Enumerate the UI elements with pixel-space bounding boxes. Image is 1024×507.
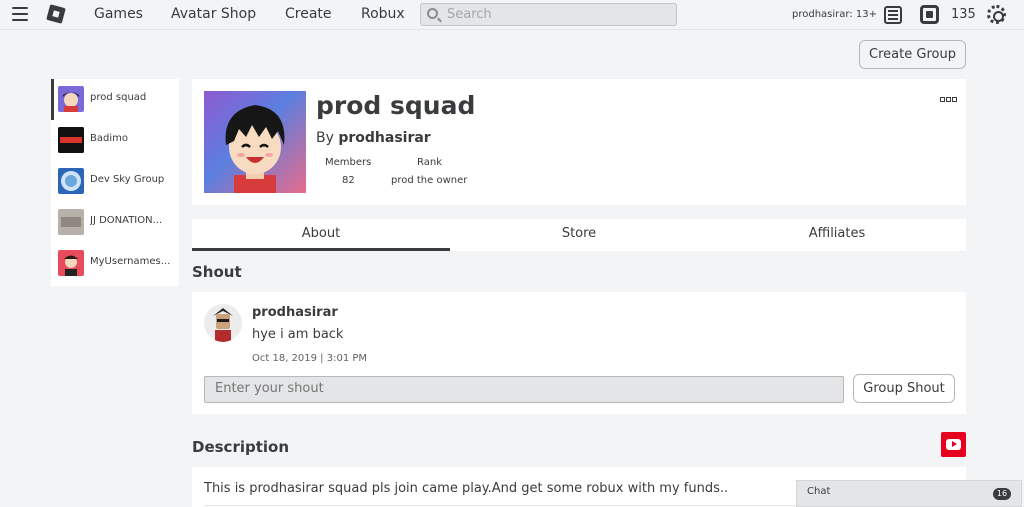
group-tabs: About Store Affiliates	[192, 219, 966, 251]
sidebar-item-label: Dev Sky Group	[90, 174, 165, 185]
description-text: This is prodhasirar squad pls join came …	[204, 481, 729, 496]
members-count: 82	[342, 175, 355, 186]
search-input[interactable]: Search	[420, 3, 677, 26]
create-group-button[interactable]: Create Group	[859, 40, 966, 69]
shout-input[interactable]	[204, 376, 844, 403]
group-header-card: prod squad By prodhasirar Members 82 Ran…	[192, 79, 966, 205]
more-options-icon[interactable]	[940, 87, 960, 102]
sidebar-item-label: Badimo	[90, 133, 128, 144]
owner-link[interactable]: prodhasirar	[338, 130, 430, 146]
settings-gear-icon[interactable]	[987, 5, 1006, 24]
robux-balance[interactable]: 135	[951, 7, 976, 22]
group-thumbnail	[58, 168, 84, 194]
account-username[interactable]: prodhasirar: 13+	[792, 9, 877, 20]
tab-affiliates[interactable]: Affiliates	[708, 219, 966, 251]
nav-games[interactable]: Games	[94, 6, 143, 22]
shout-message: hye i am back	[252, 327, 344, 342]
shout-heading: Shout	[192, 263, 242, 281]
group-thumbnail	[58, 86, 84, 112]
owner-prefix: By	[316, 130, 334, 146]
shout-timestamp: Oct 18, 2019 | 3:01 PM	[252, 353, 368, 364]
youtube-icon[interactable]	[941, 432, 966, 457]
sidebar-item-jj-donation[interactable]: JJ DONATION...	[51, 202, 179, 243]
sidebar-item-prod-squad[interactable]: prod squad	[51, 79, 179, 120]
shout-card: prodhasirar hye i am back Oct 18, 2019 |…	[192, 292, 966, 414]
roblox-logo-icon[interactable]	[46, 4, 66, 24]
robux-icon[interactable]	[920, 5, 939, 24]
group-thumbnail	[58, 209, 84, 235]
group-list-sidebar: prod squad Badimo Dev Sky Group JJ DONAT…	[51, 79, 179, 286]
group-shout-button[interactable]: Group Shout	[853, 374, 955, 403]
rank-value: prod the owner	[391, 175, 468, 186]
group-emblem	[204, 91, 306, 193]
group-title: prod squad	[316, 91, 476, 120]
nav-create[interactable]: Create	[285, 6, 332, 22]
chat-unread-badge: 16	[993, 488, 1011, 500]
sidebar-item-label: MyUsernames...	[90, 256, 171, 267]
members-label: Members	[325, 157, 372, 168]
menu-icon[interactable]	[12, 7, 28, 21]
nav-avatar-shop[interactable]: Avatar Shop	[171, 6, 256, 22]
sidebar-item-label: prod squad	[90, 92, 147, 103]
description-heading: Description	[192, 438, 290, 456]
sidebar-item-myusernames[interactable]: MyUsernames...	[51, 243, 179, 284]
sidebar-item-badimo[interactable]: Badimo	[51, 120, 179, 161]
nav-robux[interactable]: Robux	[361, 6, 405, 22]
sidebar-item-label: JJ DONATION...	[90, 215, 163, 226]
tab-about[interactable]: About	[192, 219, 450, 251]
chat-bar[interactable]: Chat 16	[796, 480, 1022, 507]
group-owner-line: By prodhasirar	[316, 130, 431, 146]
chat-label: Chat	[807, 486, 831, 497]
search-icon	[427, 8, 438, 19]
group-thumbnail	[58, 250, 84, 276]
shout-author[interactable]: prodhasirar	[252, 305, 338, 320]
messages-icon[interactable]	[884, 6, 902, 24]
group-thumbnail	[58, 127, 84, 153]
sidebar-item-dev-sky-group[interactable]: Dev Sky Group	[51, 161, 179, 202]
top-navigation-bar: Games Avatar Shop Create Robux Search pr…	[0, 0, 1024, 30]
tab-store[interactable]: Store	[450, 219, 708, 251]
shout-author-avatar[interactable]	[204, 304, 242, 342]
rank-label: Rank	[417, 157, 442, 168]
search-placeholder: Search	[447, 7, 492, 22]
